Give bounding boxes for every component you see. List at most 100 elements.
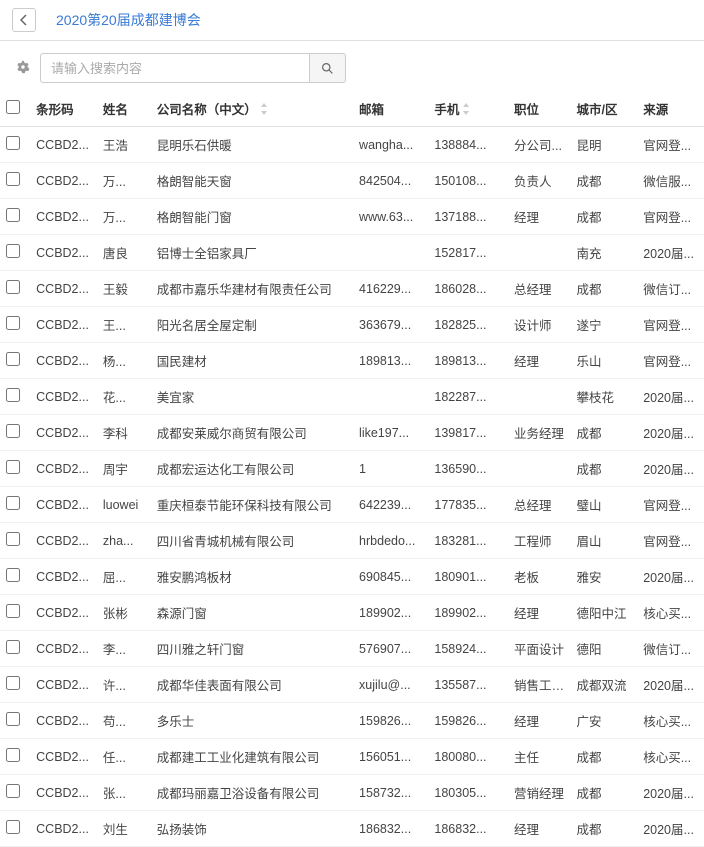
cell-name-link[interactable]: 许...	[97, 667, 151, 703]
cell-name-link[interactable]: 任...	[97, 739, 151, 775]
cell-name-link[interactable]: 花...	[97, 379, 151, 415]
table-row: CCBD2...王毅成都市嘉乐华建材有限责任公司416229...186028.…	[0, 271, 704, 307]
cell-source: 官网登...	[637, 199, 704, 235]
cell-city: 昆明	[570, 127, 637, 163]
cell-name-link[interactable]: 李科	[97, 415, 151, 451]
cell-barcode: CCBD2...	[30, 667, 97, 703]
row-checkbox[interactable]	[6, 604, 20, 618]
row-checkbox[interactable]	[6, 388, 20, 402]
gear-icon[interactable]	[16, 60, 30, 77]
cell-name-link[interactable]: luowei	[97, 487, 151, 523]
cell-name-link[interactable]: 屈...	[97, 559, 151, 595]
cell-barcode: CCBD2...	[30, 775, 97, 811]
cell-email: 189813...	[353, 343, 428, 379]
cell-company: 成都建工工业化建筑有限公司	[151, 739, 353, 775]
row-checkbox[interactable]	[6, 820, 20, 834]
col-city[interactable]: 城市/区	[570, 91, 637, 127]
cell-name-link[interactable]: 王...	[97, 307, 151, 343]
back-button[interactable]	[12, 8, 36, 32]
cell-barcode: CCBD2...	[30, 559, 97, 595]
row-checkbox[interactable]	[6, 532, 20, 546]
row-checkbox[interactable]	[6, 676, 20, 690]
cell-source: 官网登...	[637, 523, 704, 559]
col-company[interactable]: 公司名称（中文）	[151, 91, 353, 127]
col-barcode[interactable]: 条形码	[30, 91, 97, 127]
cell-city: 乐山	[570, 343, 637, 379]
cell-name-link[interactable]: zha...	[97, 523, 151, 559]
table-row: CCBD2...杨...国民建材189813...189813...经理乐山官网…	[0, 343, 704, 379]
cell-email: 416229...	[353, 271, 428, 307]
cell-city: 南充	[570, 235, 637, 271]
cell-company: 四川省青城机械有限公司	[151, 523, 353, 559]
cell-company: 铝博士全铝家具厂	[151, 235, 353, 271]
row-checkbox[interactable]	[6, 172, 20, 186]
cell-phone: 182825...	[428, 307, 508, 343]
cell-phone: 183281...	[428, 523, 508, 559]
cell-phone: 152817...	[428, 235, 508, 271]
col-phone[interactable]: 手机	[428, 91, 508, 127]
cell-source: 2020届...	[637, 559, 704, 595]
cell-source: 2020届...	[637, 415, 704, 451]
col-name[interactable]: 姓名	[97, 91, 151, 127]
row-checkbox[interactable]	[6, 748, 20, 762]
col-position[interactable]: 职位	[508, 91, 570, 127]
cell-source: 官网登...	[637, 487, 704, 523]
cell-position: 经理	[508, 811, 570, 847]
cell-name-link[interactable]: 苟...	[97, 703, 151, 739]
row-checkbox[interactable]	[6, 712, 20, 726]
cell-company: 阳光名居全屋定制	[151, 307, 353, 343]
cell-name-link[interactable]: 万...	[97, 199, 151, 235]
table-row: CCBD2...李科成都安莱威尔商贸有限公司like197...139817..…	[0, 415, 704, 451]
cell-source: 2020届...	[637, 235, 704, 271]
cell-barcode: CCBD2...	[30, 487, 97, 523]
row-checkbox[interactable]	[6, 136, 20, 150]
cell-source: 2020届...	[637, 667, 704, 703]
cell-company: 四川雅之轩门窗	[151, 631, 353, 667]
sort-icon	[260, 103, 268, 118]
cell-city: 成都	[570, 811, 637, 847]
cell-position: 老板	[508, 559, 570, 595]
cell-city: 成都	[570, 199, 637, 235]
select-all-checkbox[interactable]	[6, 100, 20, 114]
cell-company: 多乐士	[151, 703, 353, 739]
row-checkbox[interactable]	[6, 496, 20, 510]
cell-email: www.63...	[353, 199, 428, 235]
cell-phone: 182287...	[428, 379, 508, 415]
search-button[interactable]	[310, 53, 346, 83]
cell-position: 经理	[508, 703, 570, 739]
cell-name-link[interactable]: 张...	[97, 775, 151, 811]
cell-name-link[interactable]: 王浩	[97, 127, 151, 163]
cell-barcode: CCBD2...	[30, 631, 97, 667]
row-checkbox[interactable]	[6, 208, 20, 222]
row-checkbox[interactable]	[6, 244, 20, 258]
cell-position	[508, 451, 570, 487]
cell-name-link[interactable]: 唐良	[97, 235, 151, 271]
row-checkbox[interactable]	[6, 784, 20, 798]
row-checkbox[interactable]	[6, 568, 20, 582]
cell-position: 经理	[508, 595, 570, 631]
search-input[interactable]	[40, 53, 310, 83]
cell-name-link[interactable]: 张彬	[97, 595, 151, 631]
cell-name-link[interactable]: 万...	[97, 163, 151, 199]
cell-phone: 186028...	[428, 271, 508, 307]
cell-email	[353, 379, 428, 415]
cell-name-link[interactable]: 杨...	[97, 343, 151, 379]
cell-phone: 180080...	[428, 739, 508, 775]
cell-name-link[interactable]: 王毅	[97, 271, 151, 307]
row-checkbox[interactable]	[6, 640, 20, 654]
col-email[interactable]: 邮箱	[353, 91, 428, 127]
cell-phone: 189902...	[428, 595, 508, 631]
row-checkbox[interactable]	[6, 352, 20, 366]
row-checkbox[interactable]	[6, 316, 20, 330]
cell-source: 核心买...	[637, 595, 704, 631]
cell-name-link[interactable]: 周宇	[97, 451, 151, 487]
row-checkbox[interactable]	[6, 460, 20, 474]
cell-email: 189902...	[353, 595, 428, 631]
col-source[interactable]: 来源	[637, 91, 704, 127]
cell-phone: 159826...	[428, 703, 508, 739]
cell-name-link[interactable]: 刘生	[97, 811, 151, 847]
table-row: CCBD2...万...格朗智能天窗842504...150108...负责人成…	[0, 163, 704, 199]
cell-name-link[interactable]: 李...	[97, 631, 151, 667]
row-checkbox[interactable]	[6, 424, 20, 438]
row-checkbox[interactable]	[6, 280, 20, 294]
